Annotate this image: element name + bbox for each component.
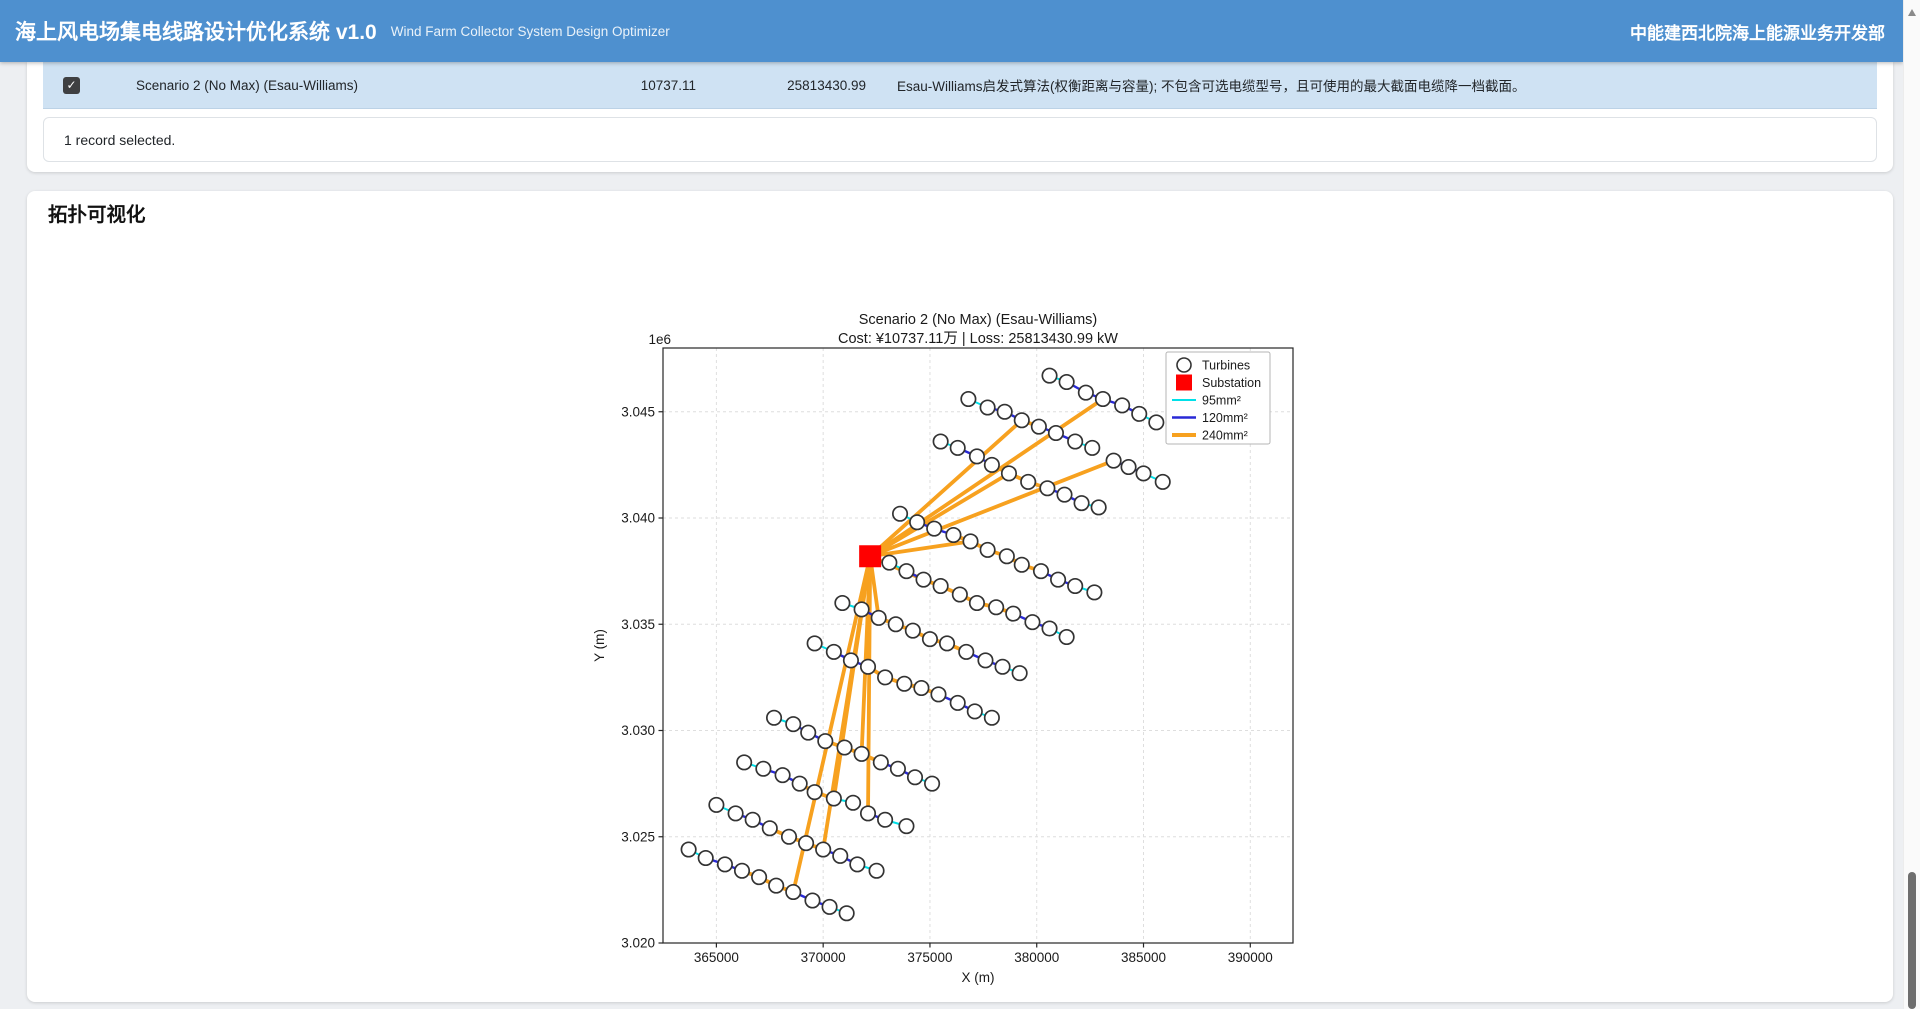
svg-text:120mm²: 120mm² xyxy=(1202,411,1248,425)
topology-chart: Scenario 2 (No Max) (Esau-Williams) Cost:… xyxy=(540,300,1400,1000)
svg-text:95mm²: 95mm² xyxy=(1202,394,1241,408)
scroll-up-icon[interactable] xyxy=(1908,9,1916,16)
svg-text:240mm²: 240mm² xyxy=(1202,429,1248,443)
org-name: 中能建西北院海上能源业务开发部 xyxy=(1630,19,1885,44)
svg-text:3.040: 3.040 xyxy=(621,511,655,526)
svg-text:3.030: 3.030 xyxy=(621,723,655,738)
svg-text:385000: 385000 xyxy=(1121,950,1166,965)
app-header: 海上风电场集电线路设计优化系统 v1.0 Wind Farm Collector… xyxy=(0,0,1903,62)
svg-text:375000: 375000 xyxy=(907,950,952,965)
svg-text:3.020: 3.020 xyxy=(621,936,655,951)
svg-text:3.045: 3.045 xyxy=(621,404,655,419)
svg-text:Cost: ¥10737.11万 | Loss: 25813: Cost: ¥10737.11万 | Loss: 25813430.99 kW xyxy=(838,331,1118,347)
svg-text:3.025: 3.025 xyxy=(621,829,655,844)
table-footer: 1 record selected. xyxy=(43,117,1877,162)
svg-text:1e6: 1e6 xyxy=(648,332,671,347)
scenario-description: Esau-Williams启发式算法(权衡距离与容量); 不包含可选电缆型号，且… xyxy=(897,75,1877,95)
record-count: 1 record selected. xyxy=(64,132,175,148)
svg-text:365000: 365000 xyxy=(694,950,739,965)
svg-text:Substation: Substation xyxy=(1202,376,1261,390)
cost-value: 10737.11 xyxy=(516,78,696,93)
app-subtitle: Wind Farm Collector System Design Optimi… xyxy=(391,24,670,39)
svg-text:Turbines: Turbines xyxy=(1202,359,1250,373)
scenario-name: Scenario 2 (No Max) (Esau-Williams) xyxy=(136,78,516,93)
svg-text:390000: 390000 xyxy=(1228,950,1273,965)
select-cell: ✓ xyxy=(43,77,136,94)
row-checkbox[interactable]: ✓ xyxy=(63,77,80,94)
app-title: 海上风电场集电线路设计优化系统 v1.0 xyxy=(15,16,377,46)
svg-text:Scenario 2 (No Max) (Esau-Will: Scenario 2 (No Max) (Esau-Williams) xyxy=(859,312,1098,328)
table-row[interactable]: ✓ Scenario 2 (No Max) (Esau-Williams) 10… xyxy=(43,62,1877,109)
results-card: ✓ Scenario 2 (No Max) (Esau-Williams) 10… xyxy=(27,62,1893,172)
svg-text:3.035: 3.035 xyxy=(621,617,655,632)
scrollbar-thumb[interactable] xyxy=(1908,872,1916,1009)
section-title: 拓扑可视化 xyxy=(48,198,146,227)
svg-text:X (m): X (m) xyxy=(962,970,995,985)
loss-value: 25813430.99 xyxy=(696,78,866,93)
check-icon: ✓ xyxy=(66,79,76,91)
svg-text:380000: 380000 xyxy=(1014,950,1059,965)
topology-card: 拓扑可视化 Scenario 2 (No Max) (Esau-Williams… xyxy=(27,191,1893,1002)
svg-text:Y (m): Y (m) xyxy=(592,629,607,662)
scrollbar[interactable] xyxy=(1903,0,1920,1009)
svg-text:370000: 370000 xyxy=(801,950,846,965)
